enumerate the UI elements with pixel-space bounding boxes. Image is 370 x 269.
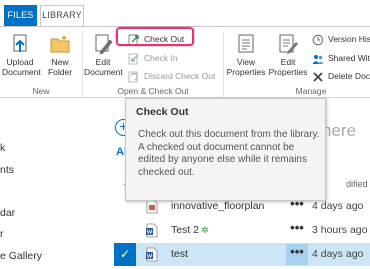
file-name[interactable]: innovative_floorplan — [171, 200, 264, 212]
file-icon — [146, 199, 158, 214]
tooltip-line-1: Check out this document from the library… — [138, 129, 320, 140]
tooltip-line-2: A checked out document cannot be edited … — [138, 141, 307, 178]
discard-check-out-icon — [128, 71, 138, 83]
search-input[interactable]: here — [322, 121, 356, 141]
new-item-badge: ✲ — [201, 225, 209, 235]
view-properties-icon — [238, 34, 254, 53]
upload-label-1: Upload — [6, 57, 34, 67]
edit-properties-label-2: Properties — [268, 67, 308, 77]
shared-with-button[interactable]: Shared Wit — [312, 51, 370, 66]
new-folder-label-2: Folder — [47, 67, 73, 77]
tooltip-body: Check out this document from the library… — [138, 129, 322, 179]
version-history-button[interactable]: Version His — [312, 32, 370, 47]
file-name[interactable]: Test 2 ✲ — [171, 224, 209, 236]
people-icon — [312, 54, 324, 64]
tab-files[interactable]: FILES — [4, 5, 37, 26]
delete-document-button[interactable]: Delete Doc — [312, 69, 370, 84]
edit-properties-icon — [279, 34, 298, 54]
nav-item-5[interactable]: e Gallery — [0, 250, 42, 262]
version-history-label: Version His — [328, 34, 370, 44]
check-in-icon — [128, 53, 139, 65]
view-properties-label-1: View — [236, 57, 256, 67]
edit-properties-button[interactable]: Edit Properties — [268, 33, 308, 77]
new-folder-button[interactable]: New Folder — [44, 33, 76, 77]
upload-icon — [13, 34, 27, 52]
check-in-button[interactable]: Check In — [128, 51, 178, 66]
more-options-ellipsis[interactable]: ••• — [286, 220, 308, 241]
edit-properties-label-1: Edit — [280, 57, 296, 67]
table-row[interactable]: Test 2 ✲ ••• 3 hours ago — [114, 219, 370, 242]
view-properties-button[interactable]: View Properties — [226, 33, 266, 77]
view-properties-label-2: Properties — [226, 67, 266, 77]
table-row-selected[interactable]: ✓ test ••• 4 days ago — [114, 243, 370, 266]
word-doc-icon — [146, 223, 158, 238]
clock-icon — [312, 34, 324, 46]
discard-check-out-button[interactable]: Discard Check Out — [128, 69, 215, 84]
more-options-ellipsis[interactable]: ••• — [286, 244, 308, 265]
group-label-new: New — [32, 86, 50, 96]
tab-library[interactable]: LIBRARY — [40, 5, 84, 26]
ribbon-tabs: FILES LIBRARY — [0, 0, 370, 26]
discard-check-out-label: Discard Check Out — [144, 71, 216, 81]
check-out-tooltip: Check Out Check out this document from t… — [125, 98, 326, 201]
upload-document-button[interactable]: Upload Document — [2, 33, 41, 77]
edit-document-label-1: Edit — [95, 57, 111, 67]
group-label-open-check-out: Open & Check Out — [117, 86, 189, 96]
group-label-manage: Manage — [295, 86, 327, 96]
modified-value: 4 days ago — [312, 200, 364, 212]
row-select-checkbox-checked[interactable]: ✓ — [114, 243, 136, 266]
nav-item-3[interactable]: dar — [0, 207, 15, 219]
nav-item-1[interactable]: k — [0, 142, 5, 154]
row-select-checkbox[interactable] — [114, 219, 136, 242]
check-out-highlight — [116, 27, 194, 46]
upload-label-2: Document — [2, 67, 41, 77]
file-name-text[interactable]: Test 2 — [171, 224, 199, 236]
nav-item-4[interactable]: r — [0, 228, 4, 240]
modified-column-header[interactable]: dified — [346, 179, 368, 189]
delete-document-label: Delete Doc — [328, 71, 370, 81]
check-in-label: Check In — [144, 53, 178, 63]
edit-document-label-2: Document — [84, 67, 123, 77]
modified-value: 4 days ago — [312, 248, 364, 260]
tooltip-title: Check Out — [136, 106, 189, 118]
modified-value: 3 hours ago — [312, 224, 368, 236]
group-divider — [82, 31, 83, 97]
nav-item-2[interactable]: nts — [0, 164, 14, 176]
folder-icon — [50, 35, 70, 53]
shared-with-label: Shared Wit — [328, 53, 370, 63]
word-doc-icon — [146, 247, 158, 262]
group-divider — [223, 31, 224, 97]
edit-document-icon — [95, 34, 113, 55]
delete-x-icon — [313, 72, 323, 82]
new-folder-label-1: New — [51, 57, 69, 67]
file-name[interactable]: test — [171, 248, 188, 260]
